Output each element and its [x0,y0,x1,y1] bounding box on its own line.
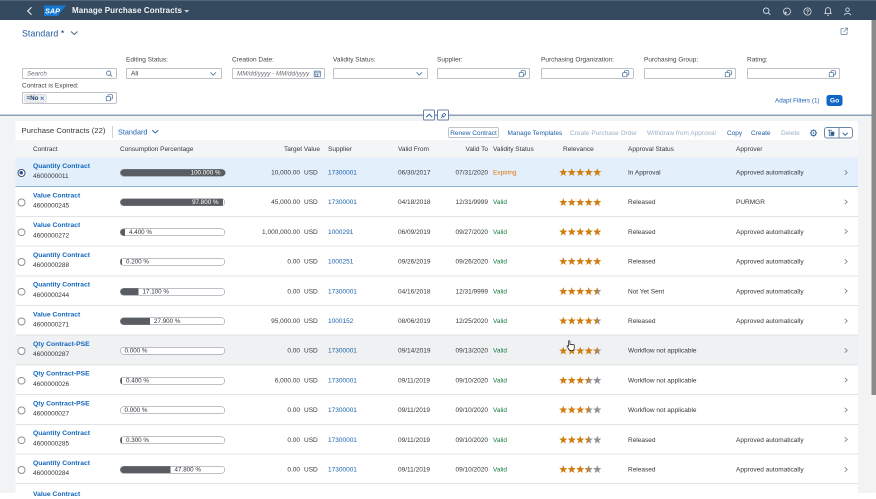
svg-text:SAP: SAP [45,7,60,16]
